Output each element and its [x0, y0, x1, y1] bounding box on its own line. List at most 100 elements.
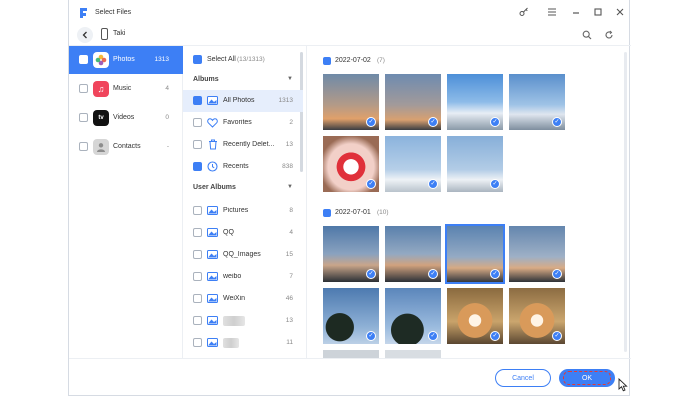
photo-thumbnail[interactable]: ✓ [385, 288, 441, 344]
check-icon: ✓ [552, 269, 562, 279]
photo-thumbnail[interactable]: ✓ [323, 288, 379, 344]
category-label: Videos [113, 114, 135, 121]
user-album-item[interactable]: 11 [183, 332, 303, 354]
album-checkbox[interactable] [193, 228, 202, 237]
album-label: Recents [223, 163, 249, 170]
refresh-icon[interactable] [601, 27, 617, 43]
clock-icon [207, 161, 218, 172]
photo-thumbnail[interactable]: ✓ [509, 74, 565, 130]
album-favorites[interactable]: Favorites 2 [183, 112, 303, 134]
date-count: (10) [377, 209, 389, 216]
select-files-window: Select Files Taki Photos 1313 ♫ Music 4 … [68, 0, 631, 396]
album-count: 46 [285, 295, 293, 302]
close-icon[interactable] [613, 5, 627, 19]
date-label: 2022-07-01 [335, 209, 371, 216]
album-count: 8 [289, 207, 293, 214]
cancel-button[interactable]: Cancel [495, 369, 551, 387]
album-count: 15 [285, 251, 293, 258]
category-videos[interactable]: tv Videos 0 [69, 104, 183, 132]
photo-thumbnail[interactable] [385, 350, 441, 358]
category-label: Photos [113, 56, 135, 63]
category-checkbox[interactable] [79, 113, 88, 122]
photo-scrollbar[interactable] [624, 52, 627, 352]
caret-down-icon[interactable]: ▼ [287, 184, 293, 190]
album-checkbox[interactable] [193, 206, 202, 215]
album-icon [207, 337, 218, 348]
photo-panel: 2022-07-02 (7) ✓ ✓ ✓ ✓ ✓ ✓ ✓ 2022-07-01 … [307, 46, 629, 358]
photo-thumbnail[interactable]: ✓ [509, 288, 565, 344]
check-icon: ✓ [490, 269, 500, 279]
date-label: 2022-07-02 [335, 57, 371, 64]
category-photos[interactable]: Photos 1313 [69, 46, 183, 74]
user-album-item[interactable]: 13 [183, 310, 303, 332]
date-group-checkbox[interactable] [323, 57, 331, 65]
user-album-item[interactable]: WeiXin 46 [183, 288, 303, 310]
album-label: weibo [223, 273, 242, 280]
category-checkbox[interactable] [79, 142, 88, 151]
minimize-icon[interactable] [569, 5, 583, 19]
check-icon: ✓ [490, 331, 500, 341]
album-label: Recently Delet... [223, 141, 275, 148]
photo-thumbnail[interactable]: ✓ [323, 136, 379, 192]
album-checkbox[interactable] [193, 162, 202, 171]
category-music[interactable]: ♫ Music 4 [69, 75, 183, 103]
music-icon: ♫ [93, 81, 109, 97]
category-label: Contacts [113, 143, 141, 150]
chevron-left-icon [82, 31, 87, 39]
category-panel: Photos 1313 ♫ Music 4 tv Videos 0 Contac… [69, 46, 183, 358]
album-label: All Photos [223, 97, 255, 104]
photo-thumbnail[interactable] [323, 350, 379, 358]
date-count: (7) [377, 57, 385, 64]
blurred-album-name [223, 338, 239, 348]
user-album-item[interactable]: QQ 4 [183, 222, 303, 244]
key-icon[interactable] [517, 5, 531, 19]
maximize-icon[interactable] [591, 5, 605, 19]
category-checkbox[interactable] [79, 55, 88, 64]
category-checkbox[interactable] [79, 84, 88, 93]
date-group-checkbox[interactable] [323, 209, 331, 217]
user-album-item[interactable]: QQ_Images 15 [183, 244, 303, 266]
album-checkbox[interactable] [193, 96, 202, 105]
album-icon [207, 315, 218, 326]
album-checkbox[interactable] [193, 118, 202, 127]
albums-header: Albums [193, 76, 219, 83]
album-checkbox[interactable] [193, 338, 202, 347]
photo-thumbnail[interactable]: ✓ [447, 288, 503, 344]
album-checkbox[interactable] [193, 316, 202, 325]
album-checkbox[interactable] [193, 272, 202, 281]
search-icon[interactable] [579, 27, 595, 43]
photo-thumbnail[interactable]: ✓ [385, 74, 441, 130]
album-label: Pictures [223, 207, 249, 214]
app-logo-icon [80, 8, 87, 18]
album-checkbox[interactable] [193, 250, 202, 259]
caret-down-icon[interactable]: ▼ [287, 76, 293, 82]
photo-thumbnail-selected[interactable]: ✓ [445, 224, 505, 284]
user-album-item[interactable]: Pictures 8 [183, 200, 303, 222]
photo-thumbnail[interactable]: ✓ [323, 74, 379, 130]
album-count: 13 [285, 141, 293, 148]
photo-thumbnail[interactable]: ✓ [323, 226, 379, 282]
photo-thumbnail[interactable]: ✓ [509, 226, 565, 282]
user-album-item[interactable]: weibo 7 [183, 266, 303, 288]
photo-thumbnail[interactable]: ✓ [447, 74, 503, 130]
trash-icon [207, 139, 218, 150]
album-recently-deleted[interactable]: Recently Delet... 13 [183, 134, 303, 156]
mouse-cursor-icon [618, 378, 628, 392]
phone-icon [101, 28, 108, 40]
category-contacts[interactable]: Contacts - [69, 133, 183, 161]
photo-thumbnail[interactable]: ✓ [385, 136, 441, 192]
album-all-photos[interactable]: All Photos 1313 [183, 90, 303, 112]
album-checkbox[interactable] [193, 294, 202, 303]
photo-thumbnail[interactable]: ✓ [447, 136, 503, 192]
menu-icon[interactable] [545, 5, 559, 19]
photo-thumbnail[interactable]: ✓ [385, 226, 441, 282]
heart-icon [207, 117, 218, 128]
ok-button[interactable]: OK [559, 369, 615, 387]
album-checkbox[interactable] [193, 140, 202, 149]
album-icon [207, 249, 218, 260]
appletv-icon: tv [93, 110, 109, 126]
select-all-checkbox[interactable] [193, 55, 202, 64]
album-icon [207, 271, 218, 282]
back-button[interactable] [77, 27, 93, 43]
album-recents[interactable]: Recents 838 [183, 156, 303, 178]
